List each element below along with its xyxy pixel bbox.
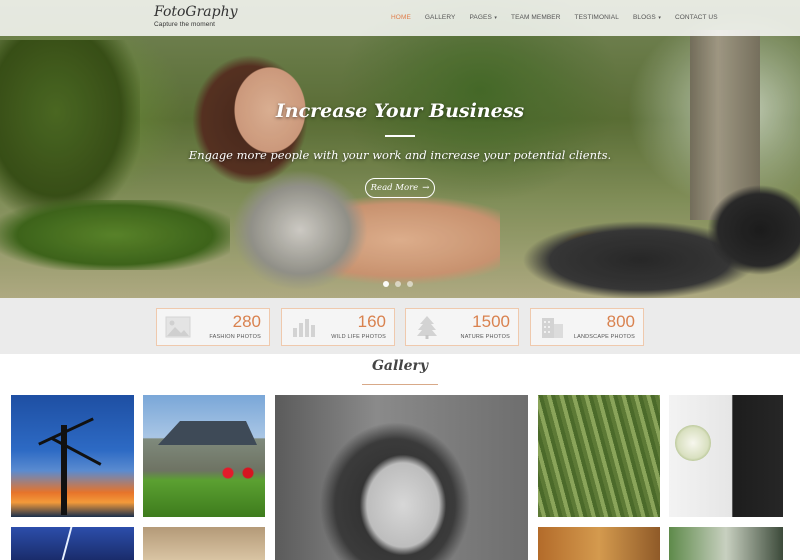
chevron-down-icon: ▾: [656, 15, 661, 21]
nav-item-pages[interactable]: PAGES ▾: [469, 14, 497, 21]
hero-divider: [385, 135, 415, 137]
stat-label: LANDSCAPE PHOTOS: [573, 334, 635, 340]
stat-number: 800: [606, 312, 635, 331]
nav-item-blogs-label: BLOGS: [632, 14, 656, 21]
nav-item-pages-label: PAGES: [469, 14, 492, 21]
gallery-tile-autumn-trees[interactable]: [538, 527, 660, 560]
stat-number: 160: [357, 312, 386, 331]
stat-label: FASHION PHOTOS: [209, 334, 261, 340]
slider-dot[interactable]: [395, 281, 401, 287]
building-icon: [542, 318, 563, 338]
nav-item-blogs[interactable]: BLOGS ▾: [633, 14, 661, 21]
stat-number: 1500: [472, 312, 510, 331]
hero-title: Increase Your Business: [275, 100, 525, 122]
read-more-label: Read More: [370, 183, 419, 193]
gallery-tile-wedding-couple[interactable]: [669, 395, 783, 517]
gallery-tile-tree-sunset[interactable]: [11, 395, 134, 517]
gallery-tile-couple-outdoor[interactable]: [669, 527, 783, 560]
read-more-button[interactable]: Read More →: [365, 178, 435, 198]
main-nav: HOME GALLERY PAGES ▾ TEAM MEMBER TESTIMO…: [391, 14, 718, 21]
slider-dot[interactable]: [383, 281, 389, 287]
tree-icon: [417, 316, 437, 339]
site-logo[interactable]: FotoGraphy Capture the moment: [154, 4, 238, 28]
image-icon: [165, 316, 191, 338]
slider-dot[interactable]: [407, 281, 413, 287]
stat-card-landscape: 800 LANDSCAPE PHOTOS: [530, 308, 644, 346]
gallery-tile-girl-portrait[interactable]: [275, 395, 528, 560]
stat-label: NATURE PHOTOS: [460, 334, 510, 340]
stats-band: [0, 298, 800, 354]
stat-card-wildlife: 160 WILD LIFE PHOTOS: [281, 308, 395, 346]
nav-item-contact-us[interactable]: CONTACT US: [675, 14, 718, 21]
nav-item-gallery[interactable]: GALLERY: [425, 14, 456, 21]
gallery-tile-lightning-storm[interactable]: [11, 527, 134, 560]
bar-chart-icon: [293, 319, 315, 337]
hero-subtitle: Engage more people with your work and in…: [188, 148, 612, 162]
gallery-tile-country-road[interactable]: [143, 527, 265, 560]
hero-slider: Increase Your Business Engage more peopl…: [0, 0, 800, 298]
stat-number: 280: [232, 312, 261, 331]
stat-label: WILD LIFE PHOTOS: [331, 334, 386, 340]
site-header: FotoGraphy Capture the moment HOME GALLE…: [0, 0, 800, 36]
nav-item-home[interactable]: HOME: [391, 14, 411, 21]
stat-card-nature: 1500 NATURE PHOTOS: [405, 308, 519, 346]
slider-dots: [383, 281, 413, 287]
gallery-tile-wheat-field[interactable]: [538, 395, 660, 517]
nav-item-testimonial[interactable]: TESTIMONIAL: [575, 14, 619, 21]
gallery-title: Gallery: [371, 358, 429, 374]
nav-item-team-member[interactable]: TEAM MEMBER: [511, 14, 561, 21]
gallery-divider: [362, 384, 438, 385]
arrow-right-icon: →: [422, 183, 430, 193]
logo-title: FotoGraphy: [154, 4, 238, 20]
gallery-tile-country-house[interactable]: [143, 395, 265, 517]
logo-tagline: Capture the moment: [154, 21, 216, 28]
stat-card-fashion: 280 FASHION PHOTOS: [156, 308, 270, 346]
chevron-down-icon: ▾: [492, 15, 498, 21]
